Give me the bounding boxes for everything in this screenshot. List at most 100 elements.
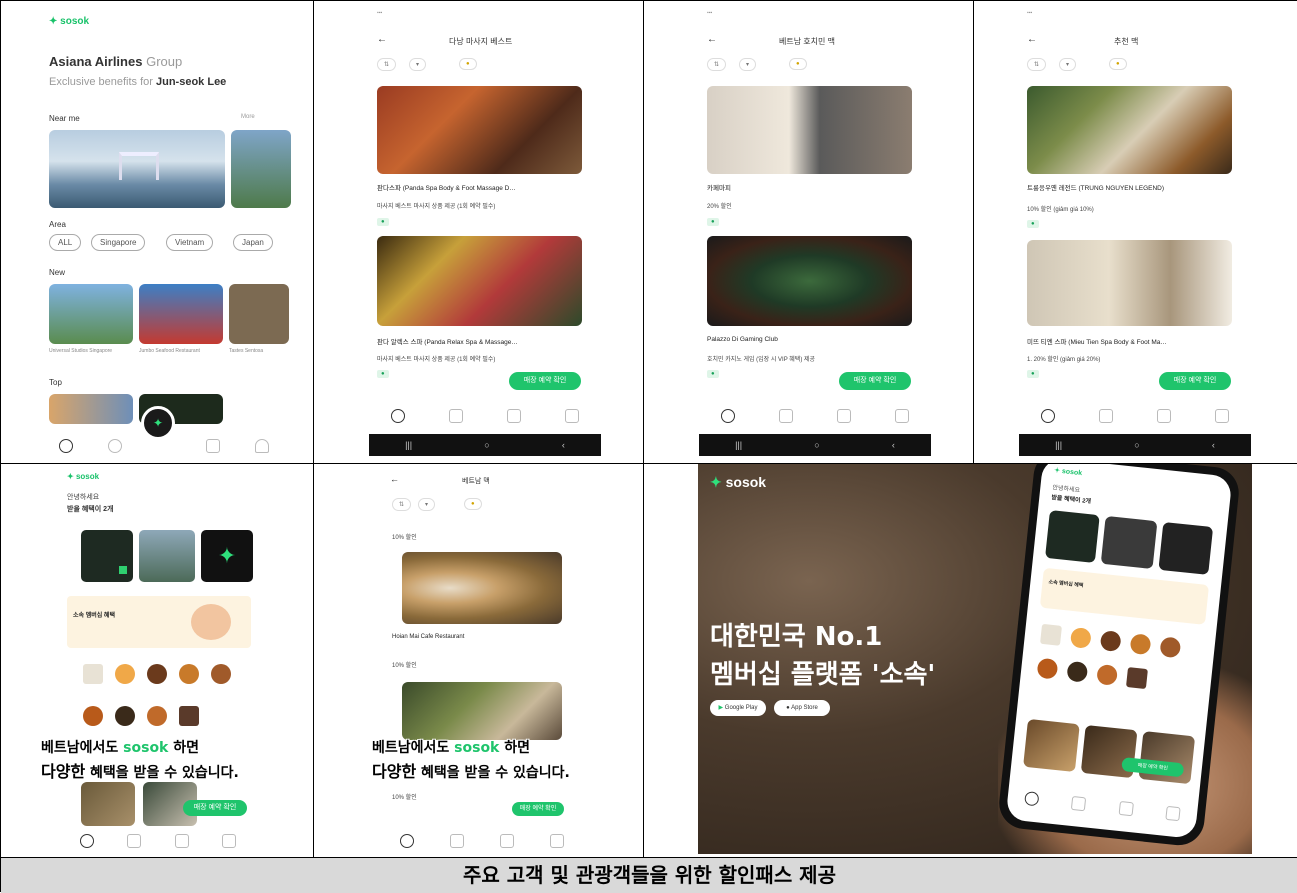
category-icon[interactable]: [1066, 660, 1089, 683]
profile-icon[interactable]: [254, 439, 269, 453]
card-dark-2[interactable]: ✦: [201, 530, 253, 582]
wallet-icon[interactable]: [1118, 800, 1134, 817]
near-me-more-link[interactable]: More: [241, 114, 255, 120]
area-pill-all[interactable]: ALL: [49, 234, 82, 251]
category-icon[interactable]: [1096, 663, 1119, 686]
listing-photo[interactable]: [1138, 731, 1196, 785]
card-dark-2[interactable]: [1158, 521, 1214, 575]
home-icon[interactable]: [1041, 409, 1055, 423]
listing-title[interactable]: 카페마피: [707, 182, 731, 192]
promo-banner[interactable]: 소속 멤버십 혜택: [67, 596, 251, 648]
app-store-button[interactable]: ● App Store: [774, 700, 830, 716]
home-icon[interactable]: [79, 834, 94, 848]
category-icon[interactable]: [83, 664, 103, 684]
home-icon[interactable]: [400, 834, 414, 848]
listing-photo[interactable]: [402, 682, 562, 740]
reservation-button[interactable]: 매장 예약 확인: [512, 802, 564, 816]
listing-photo[interactable]: [377, 86, 582, 174]
top-card-1[interactable]: [49, 394, 133, 424]
recent-apps-icon[interactable]: |||: [1055, 440, 1062, 450]
listing-photo[interactable]: [707, 86, 912, 174]
home-icon[interactable]: [58, 439, 73, 453]
wallet-icon[interactable]: [507, 409, 521, 423]
listing-title[interactable]: 미뜨 티엔 스파 (Mieu Tien Spa Body & Foot Ma…: [1027, 336, 1242, 346]
wallet-icon[interactable]: [1157, 409, 1171, 423]
filter-chip[interactable]: ▾: [739, 58, 757, 71]
map-icon[interactable]: [450, 834, 464, 848]
category-icon[interactable]: [1099, 630, 1122, 653]
wallet-icon[interactable]: [500, 834, 514, 848]
category-icon[interactable]: [1159, 636, 1182, 659]
home-circle-icon[interactable]: ○: [814, 440, 819, 450]
reservation-button[interactable]: 매장 예약 확인: [509, 372, 581, 390]
home-icon[interactable]: [391, 409, 405, 423]
category-icon[interactable]: [1069, 626, 1092, 649]
search-icon[interactable]: [107, 439, 122, 453]
reservation-button[interactable]: 매장 예약 확인: [839, 372, 911, 390]
recent-apps-icon[interactable]: |||: [405, 440, 412, 450]
new-card-universal[interactable]: [49, 284, 133, 344]
profile-icon[interactable]: [565, 409, 579, 423]
wallet-icon[interactable]: [837, 409, 851, 423]
card-dark[interactable]: [81, 530, 133, 582]
back-icon[interactable]: ‹: [562, 440, 565, 450]
listing-photo[interactable]: [707, 236, 912, 326]
category-icon[interactable]: [179, 706, 199, 726]
listing-photo[interactable]: [377, 236, 582, 326]
listing-photo[interactable]: [402, 552, 562, 624]
new-card-jumbo[interactable]: [139, 284, 223, 344]
area-pill-singapore[interactable]: Singapore: [91, 234, 146, 251]
category-icon[interactable]: [147, 706, 167, 726]
area-pill-vietnam[interactable]: Vietnam: [166, 234, 214, 251]
back-arrow-icon[interactable]: ←: [377, 34, 387, 45]
profile-icon[interactable]: [895, 409, 909, 423]
profile-icon[interactable]: [550, 834, 564, 848]
reservation-button[interactable]: 매장 예약 확인: [1159, 372, 1231, 390]
category-icon[interactable]: [211, 664, 231, 684]
wallet-icon[interactable]: [205, 439, 220, 453]
back-arrow-icon[interactable]: ←: [1027, 34, 1037, 45]
filter-chip[interactable]: ●: [1109, 58, 1127, 70]
category-icon[interactable]: [115, 664, 135, 684]
card-dark[interactable]: [1045, 510, 1100, 563]
category-icon[interactable]: [83, 706, 103, 726]
listing-title[interactable]: Hoian Mai Cafe Restaurant: [392, 634, 464, 640]
home-circle-icon[interactable]: ○: [484, 440, 489, 450]
map-icon[interactable]: [779, 409, 793, 423]
filter-chip[interactable]: ▾: [418, 498, 436, 511]
back-icon[interactable]: ‹: [1212, 440, 1215, 450]
category-icon[interactable]: [115, 706, 135, 726]
listing-photo[interactable]: [1027, 240, 1232, 326]
category-icon[interactable]: [1040, 623, 1062, 646]
home-circle-icon[interactable]: ○: [1134, 440, 1139, 450]
home-icon[interactable]: [721, 409, 735, 423]
back-arrow-icon[interactable]: ←: [390, 474, 399, 484]
map-icon[interactable]: [449, 409, 463, 423]
filter-chip[interactable]: ⇅: [377, 58, 397, 71]
map-icon[interactable]: [1099, 409, 1113, 423]
filter-chip[interactable]: ⇅: [392, 498, 412, 511]
profile-icon[interactable]: [1215, 409, 1229, 423]
filter-chip[interactable]: ●: [464, 498, 482, 510]
card-photo[interactable]: [1100, 515, 1158, 570]
filter-chip[interactable]: ⇅: [707, 58, 727, 71]
category-icon[interactable]: [179, 664, 199, 684]
near-me-card-2[interactable]: [231, 130, 291, 208]
back-icon[interactable]: ‹: [892, 440, 895, 450]
filter-chip[interactable]: ▾: [1059, 58, 1077, 71]
listing-photo[interactable]: [1023, 718, 1080, 773]
wallet-icon[interactable]: [174, 834, 189, 848]
new-card-3[interactable]: [229, 284, 289, 344]
filter-chip[interactable]: ⇅: [1027, 58, 1047, 71]
profile-icon[interactable]: [222, 834, 237, 848]
back-arrow-icon[interactable]: ←: [707, 34, 717, 45]
listing-title[interactable]: Palazzo Di Gaming Club: [707, 336, 778, 343]
google-play-button[interactable]: ▶ Google Play: [710, 700, 766, 716]
listing-photo[interactable]: [81, 782, 135, 826]
recent-apps-icon[interactable]: |||: [735, 440, 742, 450]
filter-chip[interactable]: ●: [789, 58, 807, 70]
home-icon[interactable]: [1023, 790, 1040, 807]
reservation-button[interactable]: 매장 예약 확인: [183, 800, 247, 816]
category-icon[interactable]: [1036, 657, 1059, 680]
listing-photo[interactable]: [1027, 86, 1232, 174]
